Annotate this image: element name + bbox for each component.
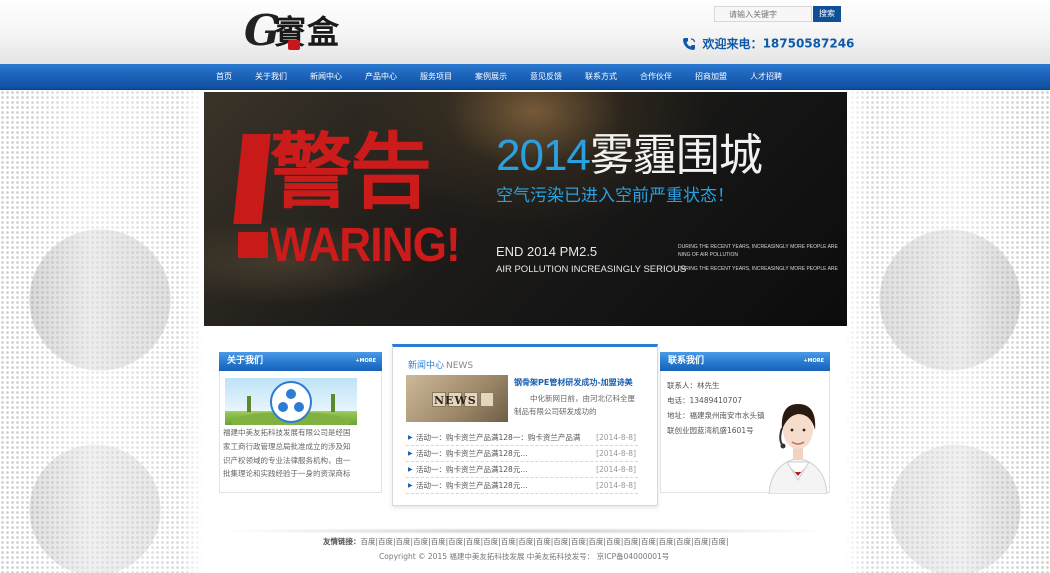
news-item-date: [2014-8-8] [596,481,636,490]
banner-small-text-2: NING OF AIR POLLUTION [678,252,739,258]
nav-item-news[interactable]: 新闻中心 [310,64,342,89]
banner-subtitle: 空气污染已进入空前严重状态！ [496,186,734,205]
news-list-item[interactable]: ▶ 活动一：购卡资兰产品满128一：购卡资兰产品满 [2014-8-8] [406,430,638,446]
banner-title-year: 2014 [496,131,591,180]
banner-warning-en: WARING! [270,219,461,272]
main-nav: 首页 关于我们 新闻中心 产品中心 服务项目 案例展示 意见反馈 联系方式 合作… [0,64,1050,90]
nav-item-services[interactable]: 服务项目 [420,64,452,89]
customer-service-illustration [768,404,828,494]
hotline-number: 18750587246 [762,36,855,51]
banner-warning-cn: 警告 [270,124,432,220]
nav-item-home[interactable]: 首页 [216,64,232,89]
about-header: 关于我们 +MORE [219,352,382,371]
arrow-icon: ▶ [408,482,413,489]
contact-info: 联系人：林先生 电话：13489410707 地址：福建泉州南安市水头镇 联创业… [667,378,777,438]
nav-item-contact[interactable]: 联系方式 [585,64,617,89]
friend-links-list[interactable]: 百度|百度|百度|百度|百度|百度|百度|百度|百度|百度|百度|百度|百度|百… [361,537,729,546]
news-summary: 中化新网日前，由河北亿科全厘制品有限公司研发成功的 [514,394,635,416]
news-headline[interactable]: 钢骨架PE管材研发成功-加盟诗美 [514,377,633,388]
news-image-tile [480,392,494,407]
content-shadow [210,528,841,534]
banner-end-line: END 2014 PM2.5 [496,244,598,259]
hero-banner[interactable]: 警告 WARING! 2014雾霾围城 空气污染已进入空前严重状态！ END 2… [204,92,847,326]
friend-links: 友情链接：百度|百度|百度|百度|百度|百度|百度|百度|百度|百度|百度|百度… [323,536,729,547]
contact-phone: 电话：13489410707 [667,396,742,405]
banner-small-text-1: DURING THE RECENT YEARS, INCREASINGLY MO… [678,244,838,250]
nav-item-feedback[interactable]: 意见反馈 [530,64,562,89]
nav-item-cases[interactable]: 案例展示 [475,64,507,89]
logo-text: 賨盒 [274,13,341,51]
contact-title: 联系我们 [668,356,705,366]
news-item-title: 活动一：购卡资兰产品满128一：购卡资兰产品满 [416,433,581,442]
contact-person: 联系人：林先生 [667,381,720,390]
arrow-icon: ▶ [408,450,413,457]
about-title: 关于我们 [227,356,264,366]
about-more-link[interactable]: +MORE [355,352,376,371]
arrow-icon: ▶ [408,434,413,441]
banner-exclamation-bar [233,134,271,224]
banner-air-line: AIR POLLUTION INCREASINGLY SERIOUS [496,264,687,275]
contact-address-line-1: 地址：福建泉州南安市水头镇 [667,411,765,420]
copyright: Copyright © 2015 福建中美友拓科技发展 中美友拓科技发号： 京I… [379,552,670,561]
phone-icon [683,37,696,50]
contact-header: 联系我们 +MORE [660,352,830,371]
news-list-item[interactable]: ▶ 活动一：购卡资兰产品满128元... [2014-8-8] [406,446,638,462]
nav-item-products[interactable]: 产品中心 [365,64,397,89]
arrow-icon: ▶ [408,466,413,473]
news-title: 新闻中心 NEWS [408,358,473,371]
about-image[interactable] [225,378,357,425]
news-title-en: NEWS [446,361,474,371]
news-list: ▶ 活动一：购卡资兰产品满128一：购卡资兰产品满 [2014-8-8] ▶ 活… [406,430,638,494]
hotline-label: 欢迎来电： [702,37,763,51]
news-item-date: [2014-8-8] [596,433,636,442]
nav-item-partners[interactable]: 合作伙伴 [640,64,672,89]
news-item-title: 活动一：购卡资兰产品满128元... [416,465,528,474]
about-image-graphic [231,381,351,425]
nav-item-jobs[interactable]: 人才招聘 [750,64,782,89]
news-item-title: 活动一：购卡资兰产品满128元... [416,449,528,458]
about-text: 福建中美友拓科技发展有限公司是经国家工商行政管理总局批准成立的涉及知识产权领域的… [223,428,351,479]
friend-links-label: 友情链接： [323,537,361,546]
nav-item-about[interactable]: 关于我们 [255,64,287,89]
hotline: 欢迎来电：18750587246 [682,35,854,51]
news-list-item[interactable]: ▶ 活动一：购卡资兰产品满128元... [2014-8-8] [406,462,638,478]
banner-small-text-3: DURING THE RECENT YEARS, INCREASINGLY MO… [678,266,838,272]
search-button[interactable]: 搜索 [813,6,841,22]
banner-title-cn: 雾霾围城 [589,131,763,180]
news-item-date: [2014-8-8] [596,449,636,458]
news-item-title: 活动一：购卡资兰产品满128元... [416,481,528,490]
contact-more-link[interactable]: +MORE [803,352,824,371]
banner-title: 2014雾霾围城 [496,130,763,182]
news-image-word: NEWS [434,394,477,407]
site-logo[interactable]: G 賨盒 [244,6,356,56]
news-item-date: [2014-8-8] [596,465,636,474]
logo-seal [288,40,300,50]
banner-exclamation-dot [238,232,268,258]
news-list-item[interactable]: ▶ 活动一：购卡资兰产品满128元... [2014-8-8] [406,478,638,494]
site-header: G 賨盒 搜索 欢迎来电：18750587246 [0,0,1050,64]
customer-service-avatar [765,390,831,494]
nav-item-franchise[interactable]: 招商加盟 [695,64,727,89]
search-input[interactable] [714,6,812,22]
news-title-cn: 新闻中心 [408,361,445,371]
contact-address-line-2: 联创业园蓝湾机盛1601号 [667,426,754,435]
news-image[interactable]: NEWS [406,375,508,422]
